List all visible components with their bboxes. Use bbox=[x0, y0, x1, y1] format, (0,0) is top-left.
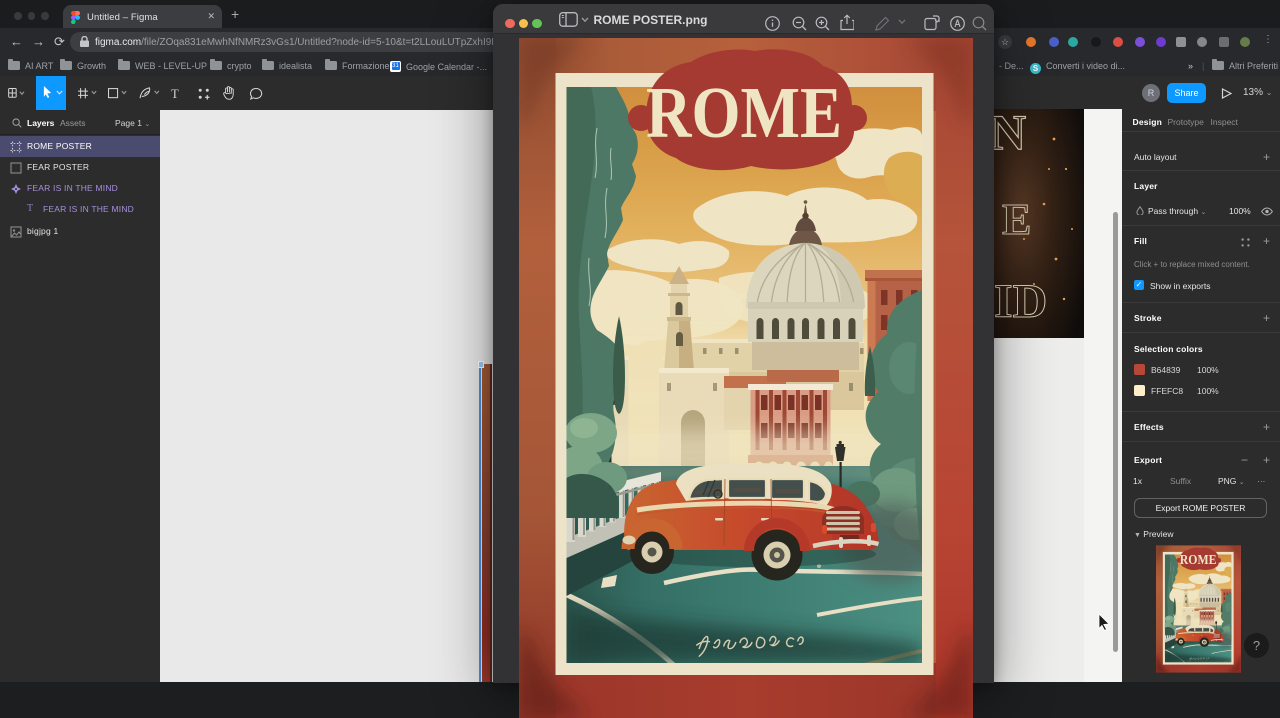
svg-text:ID: ID bbox=[994, 275, 1047, 328]
svg-text:E: E bbox=[1002, 195, 1031, 244]
svg-text:N: N bbox=[994, 109, 1026, 160]
